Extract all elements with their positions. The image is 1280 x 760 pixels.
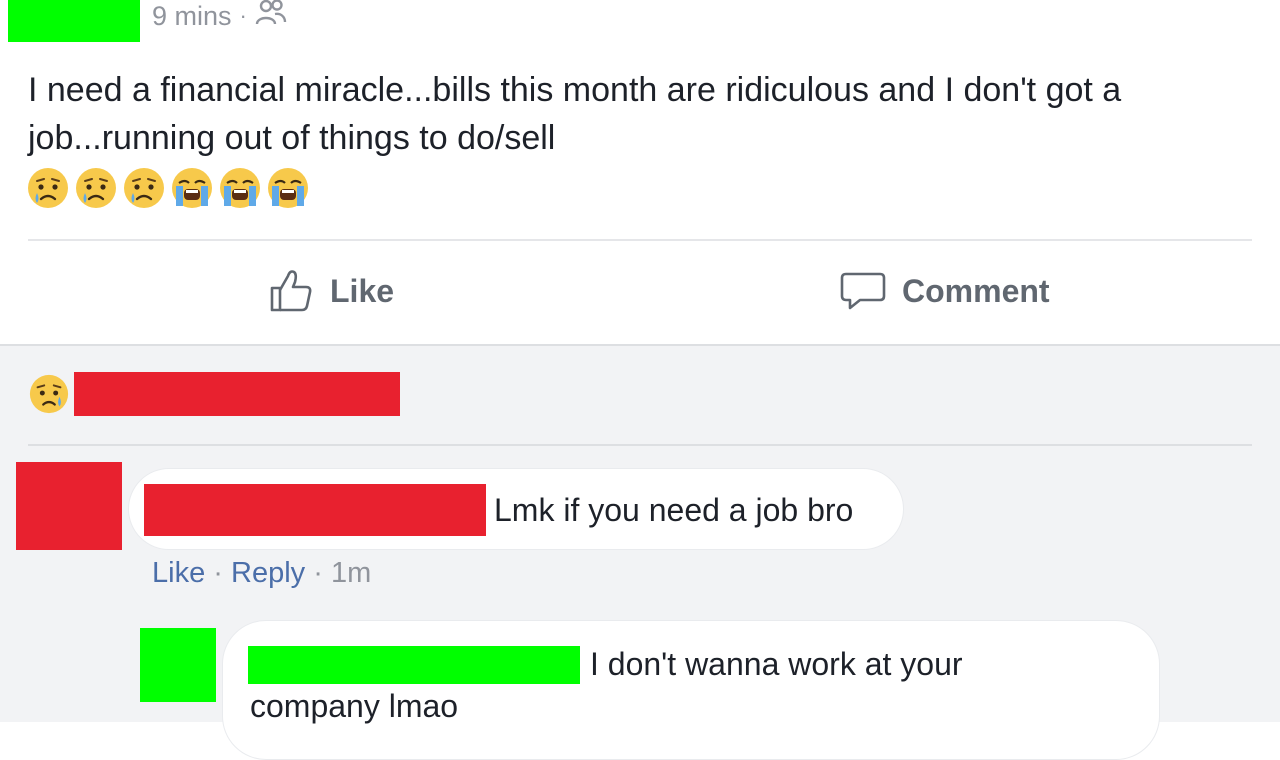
comments-divider [28, 444, 1252, 446]
comment-bubble-icon [840, 272, 886, 310]
meta-separator: · [239, 2, 247, 28]
comment-text: Lmk if you need a job bro [494, 492, 854, 528]
reply-avatar-redacted[interactable] [140, 628, 216, 702]
thumbs-up-icon [270, 270, 312, 312]
commenter-avatar-redacted[interactable] [16, 462, 122, 550]
poster-name-redacted [8, 0, 140, 42]
comment-button[interactable]: Comment [838, 266, 1050, 316]
comment-actions-separator: · [213, 557, 223, 589]
reply-text-line1: I don't wanna work at your [590, 646, 963, 682]
sad-tear-emoji [76, 168, 116, 208]
comment-time[interactable]: 1m [331, 557, 371, 589]
post-meta: 9 mins · [152, 0, 287, 33]
post-text: I need a financial miracle...bills this … [28, 71, 1122, 157]
comment-actions-separator: · [313, 557, 323, 589]
loudly-crying-emoji [220, 168, 260, 208]
loudly-crying-emoji [172, 168, 212, 208]
reactors-redacted [74, 372, 400, 416]
loudly-crying-emoji [268, 168, 308, 208]
comment-like-link[interactable]: Like [152, 557, 205, 589]
action-divider [28, 239, 1252, 241]
like-label: Like [330, 272, 395, 309]
comment-reply-link[interactable]: Reply [231, 557, 305, 589]
sad-tear-emoji [28, 168, 68, 208]
sad-reaction-icon [29, 374, 69, 414]
commenter-name-redacted[interactable] [144, 484, 486, 536]
post-time[interactable]: 9 mins [152, 0, 232, 32]
reply-text-line2: company lmao [250, 688, 459, 724]
friends-icon[interactable] [255, 0, 287, 33]
comment-label: Comment [902, 272, 1050, 309]
like-button[interactable]: Like [266, 266, 394, 316]
reply-author-redacted[interactable] [248, 646, 580, 684]
reaction-summary[interactable] [28, 372, 400, 416]
sad-tear-emoji [124, 168, 164, 208]
comment-actions: Like · Reply · 1m [152, 554, 371, 592]
post-emoji-row [26, 166, 310, 210]
